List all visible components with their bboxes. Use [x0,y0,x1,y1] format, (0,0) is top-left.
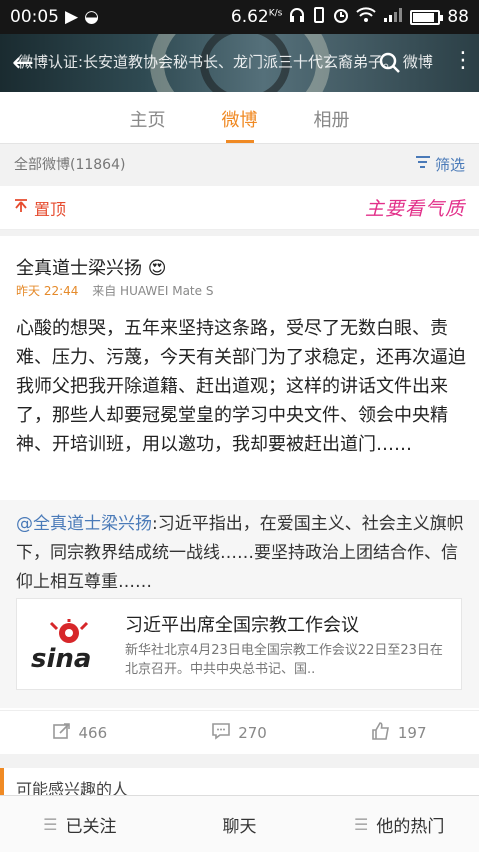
verification-marquee: 微博认证:长安道教协会秘书长、龙门派三十代玄裔弟子。 微博 [18,53,433,71]
status-bar: 00:05 ▶ ◒ 6.62K/s 88 [0,0,479,34]
repost-icon [52,722,71,744]
filter-row: 全部微博(11864) 筛选 [0,144,479,184]
post-time: 昨天 22:44 [16,284,79,298]
sina-logo: sina [29,617,113,674]
menu-icon: ☰ [43,814,58,834]
tab-weibo[interactable]: 微博 [222,92,258,143]
repost-button[interactable]: 466 [0,711,160,754]
profile-header: 微博认证:长安道教协会秘书长、龙门派三十代玄裔弟子。 微博 ← ⋮ [0,34,479,92]
weibo-count: 全部微博(11864) [14,157,126,173]
thumbs-up-icon [372,721,390,744]
comment-button[interactable]: 270 [160,711,320,754]
tab-home[interactable]: 主页 [130,92,166,143]
half-circle-icon: ◒ [84,7,99,27]
filter-icon [415,155,431,173]
wifi-icon [356,6,377,28]
followed-button[interactable]: ☰ 已关注 [0,796,160,852]
pinned-label: 置顶 [14,196,66,220]
his-hot-button[interactable]: ☰ 他的热门 [319,796,479,852]
vibrate-icon [312,6,326,28]
back-icon[interactable]: ← [12,48,34,78]
search-icon[interactable] [378,51,402,79]
post-actions: 466 270 197 [0,710,479,754]
alarm-icon [333,7,349,28]
signal-icon [383,7,403,28]
battery-percent: 88 [447,7,469,27]
emoji-icon: 😍 [147,258,167,279]
mention-link[interactable]: @全真道士梁兴扬 [16,514,152,534]
like-button[interactable]: 197 [319,711,479,754]
pinned-row: 置顶 主要看气质 [0,186,479,230]
link-card-title: 习近平出席全国宗教工作会议 [125,615,359,636]
tab-album[interactable]: 相册 [314,92,350,143]
svg-text:sina: sina [31,644,91,673]
link-card-desc: 新华社北京4月23日电全国宗教工作会议22日至23日在北京召开。中共中央总书记、… [125,643,443,677]
battery-icon [410,9,444,25]
more-icon[interactable]: ⋮ [452,48,474,73]
profile-tabs: 主页 微博 相册 [0,92,479,144]
network-speed: 6.62K/s [230,7,283,27]
post-body: 心酸的想哭，五年来坚持这条路，受尽了无数白眼、责难、压力、污蔑，今天有关部门为了… [16,318,466,455]
bottom-nav: ☰ 已关注 聊天 ☰ 他的热门 [0,795,479,852]
sticker-text: 主要看气质 [364,198,465,220]
filter-button[interactable]: 筛选 [415,154,465,175]
reposted-content[interactable]: @全真道士梁兴扬:习近平指出，在爱国主义、社会主义旗帜下，同宗教界结成统一战线…… [0,500,479,708]
headphone-icon [289,7,305,28]
menu-icon: ☰ [354,814,369,834]
comment-icon [212,722,230,744]
weibo-post[interactable]: 全真道士梁兴扬 😍 昨天 22:44 来自 HUAWEI Mate S 心酸的想… [0,236,479,754]
post-meta: 昨天 22:44 来自 HUAWEI Mate S [16,282,213,299]
repost-text: @全真道士梁兴扬:习近平指出，在爱国主义、社会主义旗帜下，同宗教界结成统一战线…… [16,514,464,592]
post-source: 来自 HUAWEI Mate S [92,284,214,298]
status-time: 00:05 [10,7,59,27]
suggested-users-header: 可能感兴趣的人 [0,768,479,799]
chat-button[interactable]: 聊天 [160,796,320,852]
link-card[interactable]: sina 习近平出席全国宗教工作会议 新华社北京4月23日电全国宗教工作会议22… [16,598,462,690]
play-icon: ▶ [65,7,79,27]
pin-icon [14,198,28,217]
post-author[interactable]: 全真道士梁兴扬 😍 [16,254,167,280]
